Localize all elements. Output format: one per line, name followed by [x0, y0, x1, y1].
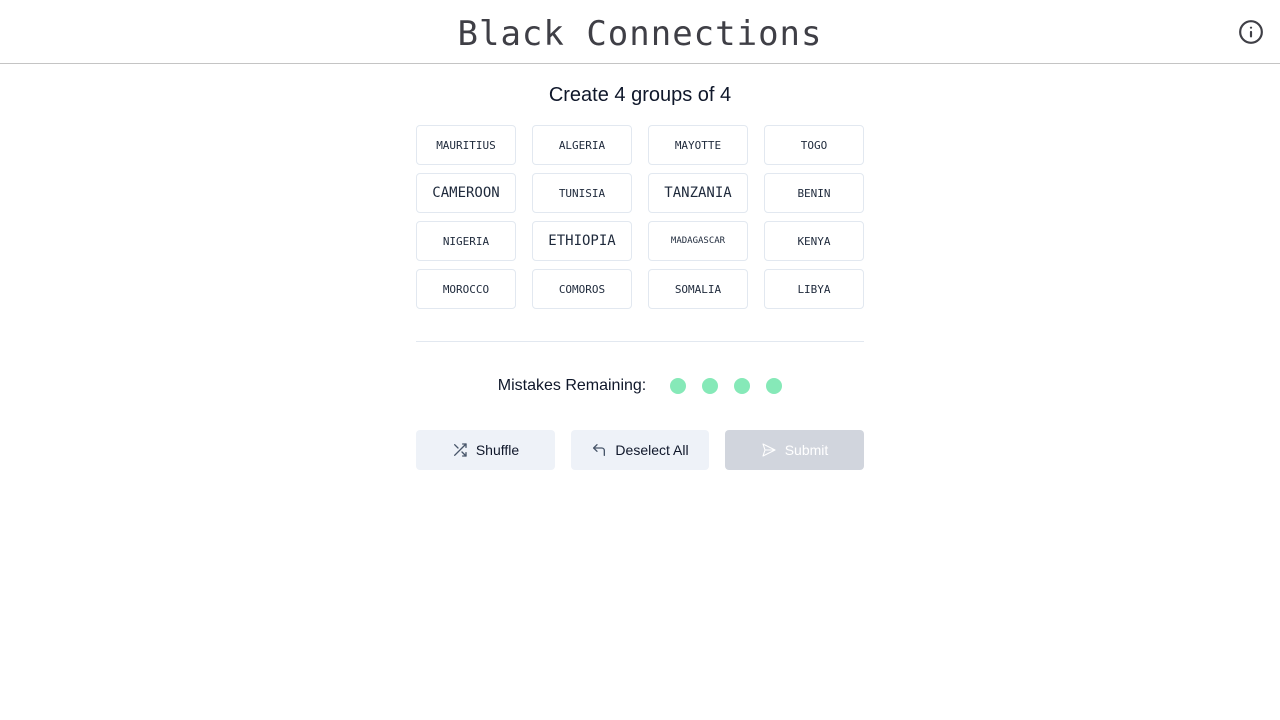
mistakes-remaining: Mistakes Remaining:: [498, 376, 783, 396]
tile[interactable]: MOROCCO: [416, 269, 516, 309]
shuffle-button[interactable]: Shuffle: [416, 430, 555, 470]
tile-grid: MAURITIUS ALGERIA MAYOTTE TOGO CAMEROON …: [416, 125, 864, 309]
tile[interactable]: TANZANIA: [648, 173, 748, 213]
tile[interactable]: MAURITIUS: [416, 125, 516, 165]
tile[interactable]: COMOROS: [532, 269, 632, 309]
divider: [416, 341, 864, 342]
submit-button[interactable]: Submit: [725, 430, 864, 470]
tile[interactable]: LIBYA: [764, 269, 864, 309]
mistake-dot: [702, 378, 719, 394]
deselect-all-label: Deselect All: [615, 442, 689, 458]
mistake-dot: [734, 378, 751, 394]
tile[interactable]: MAYOTTE: [648, 125, 748, 165]
submit-label: Submit: [784, 442, 829, 458]
app-title: Black Connections: [457, 13, 823, 54]
mistake-dot: [670, 378, 687, 394]
tile[interactable]: SOMALIA: [648, 269, 748, 309]
mistakes-label: Mistakes Remaining:: [497, 377, 647, 394]
info-icon[interactable]: [1238, 19, 1264, 45]
tile[interactable]: KENYA: [764, 221, 864, 261]
tile[interactable]: TUNISIA: [532, 173, 632, 213]
tile[interactable]: NIGERIA: [416, 221, 516, 261]
app-header: Black Connections: [0, 0, 1280, 64]
mistake-dot: [766, 378, 783, 394]
shuffle-icon: [453, 443, 467, 457]
tile[interactable]: MADAGASCAR: [648, 221, 748, 261]
undo-icon: [593, 444, 606, 456]
tile[interactable]: BENIN: [764, 173, 864, 213]
deselect-all-button[interactable]: Deselect All: [571, 430, 709, 470]
tile[interactable]: CAMEROON: [416, 173, 516, 213]
tile[interactable]: ALGERIA: [532, 125, 632, 165]
instruction-text: Create 4 groups of 4: [548, 84, 732, 106]
action-bar: Shuffle Deselect All Submit: [416, 430, 864, 470]
tile[interactable]: TOGO: [764, 125, 864, 165]
tile[interactable]: ETHIOPIA: [532, 221, 632, 261]
game-board: Create 4 groups of 4 MAURITIUS ALGERIA M…: [416, 64, 864, 470]
send-icon: [762, 443, 776, 457]
shuffle-label: Shuffle: [475, 442, 520, 458]
